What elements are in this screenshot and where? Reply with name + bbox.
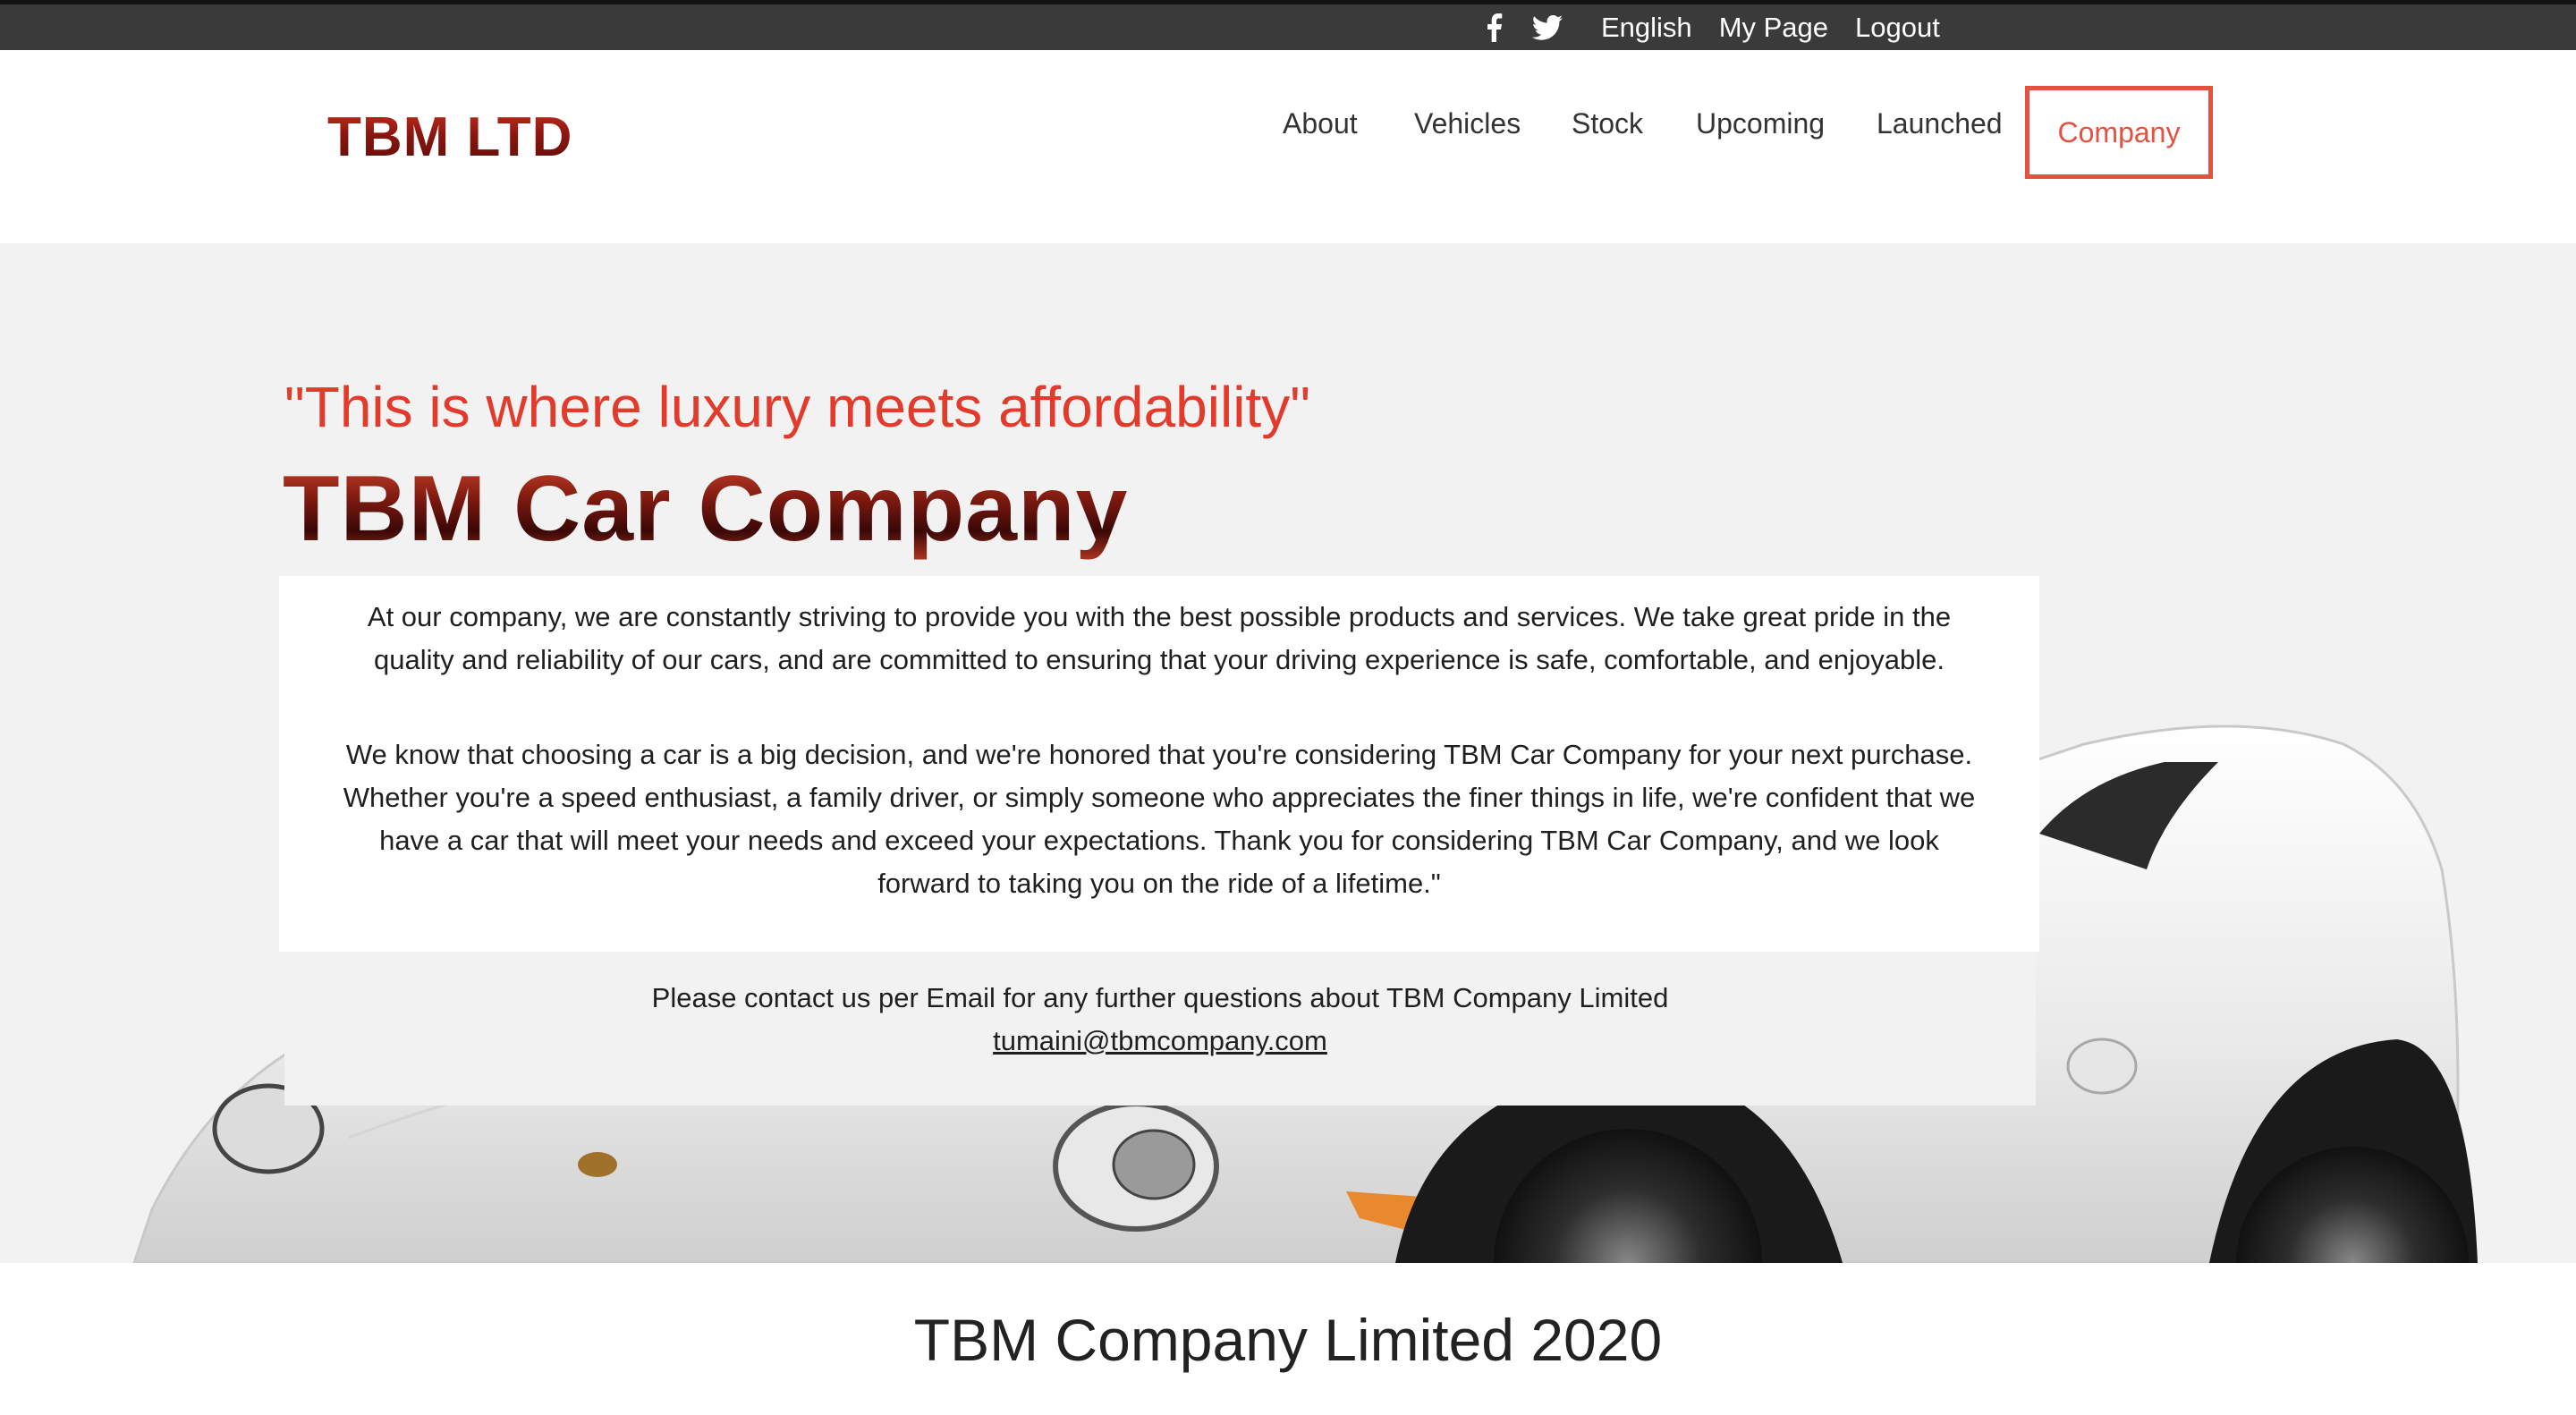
site-header: TBM LTD About Vehicles Stock Upcoming La… — [0, 50, 2576, 243]
facebook-icon[interactable] — [1467, 4, 1521, 50]
nav-item-about[interactable]: About — [1283, 107, 1358, 140]
logout-link[interactable]: Logout — [1855, 12, 1940, 44]
language-selector[interactable]: English — [1601, 12, 1692, 44]
nav-item-upcoming[interactable]: Upcoming — [1696, 107, 1825, 140]
nav-item-company[interactable]: Company — [2025, 86, 2213, 179]
hero-section: "This is where luxury meets affordabilit… — [0, 243, 2576, 1263]
intro-paragraph-1: At our company, we are constantly strivi… — [367, 601, 1952, 675]
intro-paragraph-2: We know that choosing a car is a big dec… — [343, 739, 1976, 899]
hero-title: TBM Car Company — [283, 457, 1129, 561]
nav-item-stock[interactable]: Stock — [1572, 107, 1643, 140]
contact-text: Please contact us per Email for any furt… — [651, 982, 1669, 1013]
nav-item-launched[interactable]: Launched — [1877, 107, 2003, 140]
top-utility-bar: English My Page Logout — [0, 0, 2576, 50]
contact-box: Please contact us per Email for any furt… — [284, 952, 2036, 1106]
nav-item-vehicles[interactable]: Vehicles — [1414, 107, 1521, 140]
my-page-link[interactable]: My Page — [1719, 12, 1828, 44]
twitter-icon[interactable] — [1521, 4, 1574, 50]
footer-title: TBM Company Limited 2020 — [913, 1307, 1663, 1373]
contact-email-link[interactable]: tumaini@tbmcompany.com — [993, 1025, 1327, 1056]
hero-tagline: "This is where luxury meets affordabilit… — [284, 375, 1310, 439]
top-utility-links: English My Page Logout — [1467, 4, 1940, 50]
main-nav: About Vehicles Stock Upcoming Launched C… — [0, 50, 2576, 243]
intro-text-box: At our company, we are constantly strivi… — [279, 576, 2039, 952]
